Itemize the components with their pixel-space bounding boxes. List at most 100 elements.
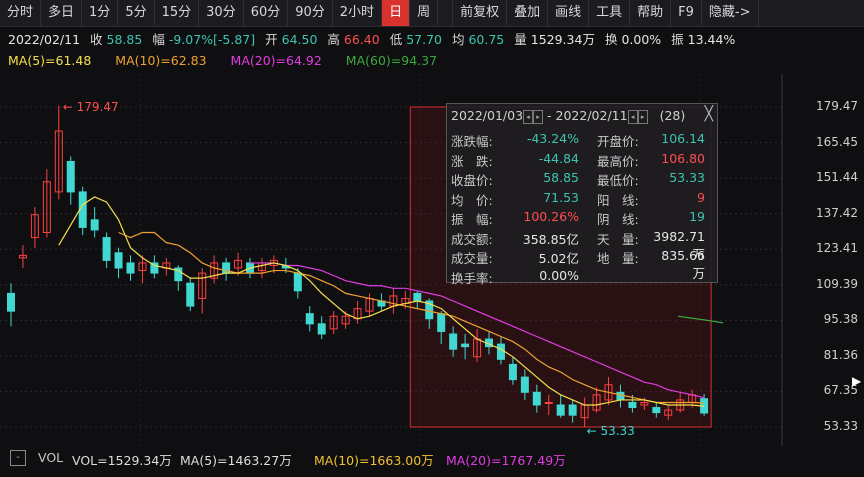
y-tick-label: 81.36 bbox=[823, 347, 858, 362]
vol-ma20: MA(20)=1767.49万 bbox=[446, 453, 566, 468]
prev-end-icon[interactable]: ◂ bbox=[627, 109, 638, 124]
stat-row: 成交额: 358.85亿天 量: 3982.71万 bbox=[451, 229, 713, 262]
vol-ma10: MA(10)=1663.00万 bbox=[314, 453, 434, 468]
candle-body bbox=[568, 404, 577, 416]
candle-body bbox=[66, 160, 75, 193]
stat-label: 阳 线: bbox=[597, 192, 639, 208]
candle-body bbox=[449, 333, 458, 350]
amp-label: 振 bbox=[671, 32, 684, 47]
stat-label: 振 幅: bbox=[451, 212, 493, 227]
stat-value: 100.26% bbox=[523, 209, 579, 224]
candle-body bbox=[7, 292, 15, 312]
period-tab-5[interactable]: 30分 bbox=[199, 0, 244, 26]
vol-value: 1529.34万 bbox=[530, 32, 595, 47]
open-label: 开 bbox=[265, 32, 278, 47]
amp-value: 13.44% bbox=[687, 32, 736, 47]
ma-legend: MA(5)=61.48 MA(10)=62.83 MA(20)=64.92 MA… bbox=[8, 53, 457, 68]
ma60-legend: MA(60)=94.37 bbox=[345, 53, 438, 68]
candle-body bbox=[532, 391, 541, 406]
candle-body bbox=[508, 363, 517, 381]
min-annotation: ← 53.33 bbox=[587, 424, 635, 438]
stat-label: 天 量: bbox=[597, 231, 639, 247]
volume-legend: - VOL VOL=1529.34万 MA(5)=1463.27万 MA(10)… bbox=[0, 447, 864, 469]
collapse-icon[interactable]: - bbox=[10, 450, 26, 466]
open-value: 64.50 bbox=[281, 32, 318, 47]
stat-label: 换手率: bbox=[451, 270, 493, 286]
period-tab-9[interactable]: 日 bbox=[382, 0, 411, 26]
period-tab-0[interactable]: 分时 bbox=[0, 0, 42, 26]
stat-label: 均 价: bbox=[451, 192, 493, 208]
range-count: (28) bbox=[659, 108, 686, 123]
stat-value: 106.80 bbox=[661, 150, 705, 166]
stat-label: 成交额: bbox=[451, 231, 493, 247]
period-tab-2[interactable]: 1分 bbox=[82, 0, 119, 26]
prev-start-icon[interactable]: ◂ bbox=[523, 109, 534, 124]
turnover-label: 换 bbox=[604, 32, 618, 47]
close-label: 收 bbox=[90, 32, 103, 47]
close-icon[interactable]: ╳ bbox=[705, 106, 713, 122]
period-tab-4[interactable]: 15分 bbox=[155, 0, 200, 26]
range-sep: - bbox=[547, 108, 552, 123]
stat-row: 收盘价: 58.85 最低价: 53.33 bbox=[451, 170, 713, 189]
period-tab-6[interactable]: 60分 bbox=[244, 0, 289, 26]
period-tab-10[interactable]: 周 bbox=[410, 0, 439, 26]
ma20-legend: MA(20)=64.92 bbox=[230, 53, 322, 68]
candle-body bbox=[496, 343, 505, 360]
stat-row: 换手率: 0.00% bbox=[451, 268, 713, 287]
low-value: 57.70 bbox=[406, 32, 442, 47]
high-value: 66.40 bbox=[343, 32, 380, 47]
expand-right-icon[interactable]: ▶ bbox=[852, 374, 864, 390]
period-tab-3[interactable]: 5分 bbox=[118, 0, 155, 26]
period-tab-1[interactable]: 多日 bbox=[41, 0, 83, 26]
candle-body bbox=[461, 343, 470, 348]
y-tick-label: 165.45 bbox=[816, 134, 858, 149]
period-tab-8[interactable]: 2小时 bbox=[333, 0, 383, 26]
candle-body bbox=[126, 262, 135, 274]
range-end-date: 2022/02/11 bbox=[555, 108, 628, 123]
y-tick-label: 137.42 bbox=[816, 205, 858, 220]
candle-body bbox=[293, 272, 302, 292]
tool-button-1[interactable]: 叠加 bbox=[507, 0, 549, 26]
stat-value: 53.33 bbox=[669, 170, 705, 185]
next-end-icon[interactable]: ▸ bbox=[637, 109, 648, 124]
turnover-value: 0.00% bbox=[621, 32, 662, 47]
tool-button-6[interactable]: 隐藏-> bbox=[702, 0, 759, 26]
candle-body bbox=[102, 237, 111, 261]
change-label: 幅 bbox=[152, 32, 165, 47]
stat-row: 涨跌幅: -43.24% 开盘价: 106.14 bbox=[451, 131, 713, 150]
tool-button-2[interactable]: 画线 bbox=[548, 0, 590, 26]
y-tick-label: 151.44 bbox=[816, 170, 858, 185]
range-start-date: 2022/01/03 bbox=[451, 108, 524, 123]
high-label: 高 bbox=[327, 32, 340, 47]
y-tick-label: 123.41 bbox=[816, 241, 858, 256]
stat-value: 106.14 bbox=[661, 131, 705, 146]
candle-body bbox=[628, 401, 637, 409]
stat-value: 9 bbox=[697, 189, 705, 205]
vol-ma5: MA(5)=1463.27万 bbox=[180, 453, 292, 468]
stat-value: 358.85亿 bbox=[522, 231, 579, 247]
stat-label: 开盘价: bbox=[597, 134, 639, 149]
vol-current: VOL=1529.34万 bbox=[72, 453, 172, 468]
candle-body bbox=[90, 219, 99, 231]
stat-label: 地 量: bbox=[597, 251, 639, 266]
period-tab-7[interactable]: 90分 bbox=[288, 0, 333, 26]
candle-body bbox=[186, 282, 195, 307]
next-start-icon[interactable]: ▸ bbox=[533, 109, 544, 124]
candle-body bbox=[616, 391, 625, 401]
tool-button-3[interactable]: 工具 bbox=[589, 0, 631, 26]
quote-info-bar: 2022/02/11 收 58.85 幅 -9.07%[-5.87] 开 64.… bbox=[8, 29, 858, 48]
tool-button-4[interactable]: 帮助 bbox=[630, 0, 672, 26]
stat-label: 最高价: bbox=[597, 153, 639, 169]
y-tick-label: 53.33 bbox=[823, 419, 858, 433]
stat-value: 19 bbox=[689, 209, 705, 224]
stat-label: 阴 线: bbox=[597, 212, 639, 227]
tool-button-0[interactable]: 前复权 bbox=[452, 0, 508, 26]
candle-body bbox=[652, 407, 661, 414]
stat-value: 5.02亿 bbox=[538, 251, 579, 266]
avg-value: 60.75 bbox=[468, 32, 505, 47]
kline-chart[interactable]: ← 179.47 ← 53.33 bbox=[0, 74, 864, 446]
avg-label: 均 bbox=[451, 32, 465, 47]
tool-button-5[interactable]: F9 bbox=[671, 0, 702, 26]
quote-date: 2022/02/11 bbox=[8, 32, 81, 47]
candle-body bbox=[437, 313, 446, 332]
